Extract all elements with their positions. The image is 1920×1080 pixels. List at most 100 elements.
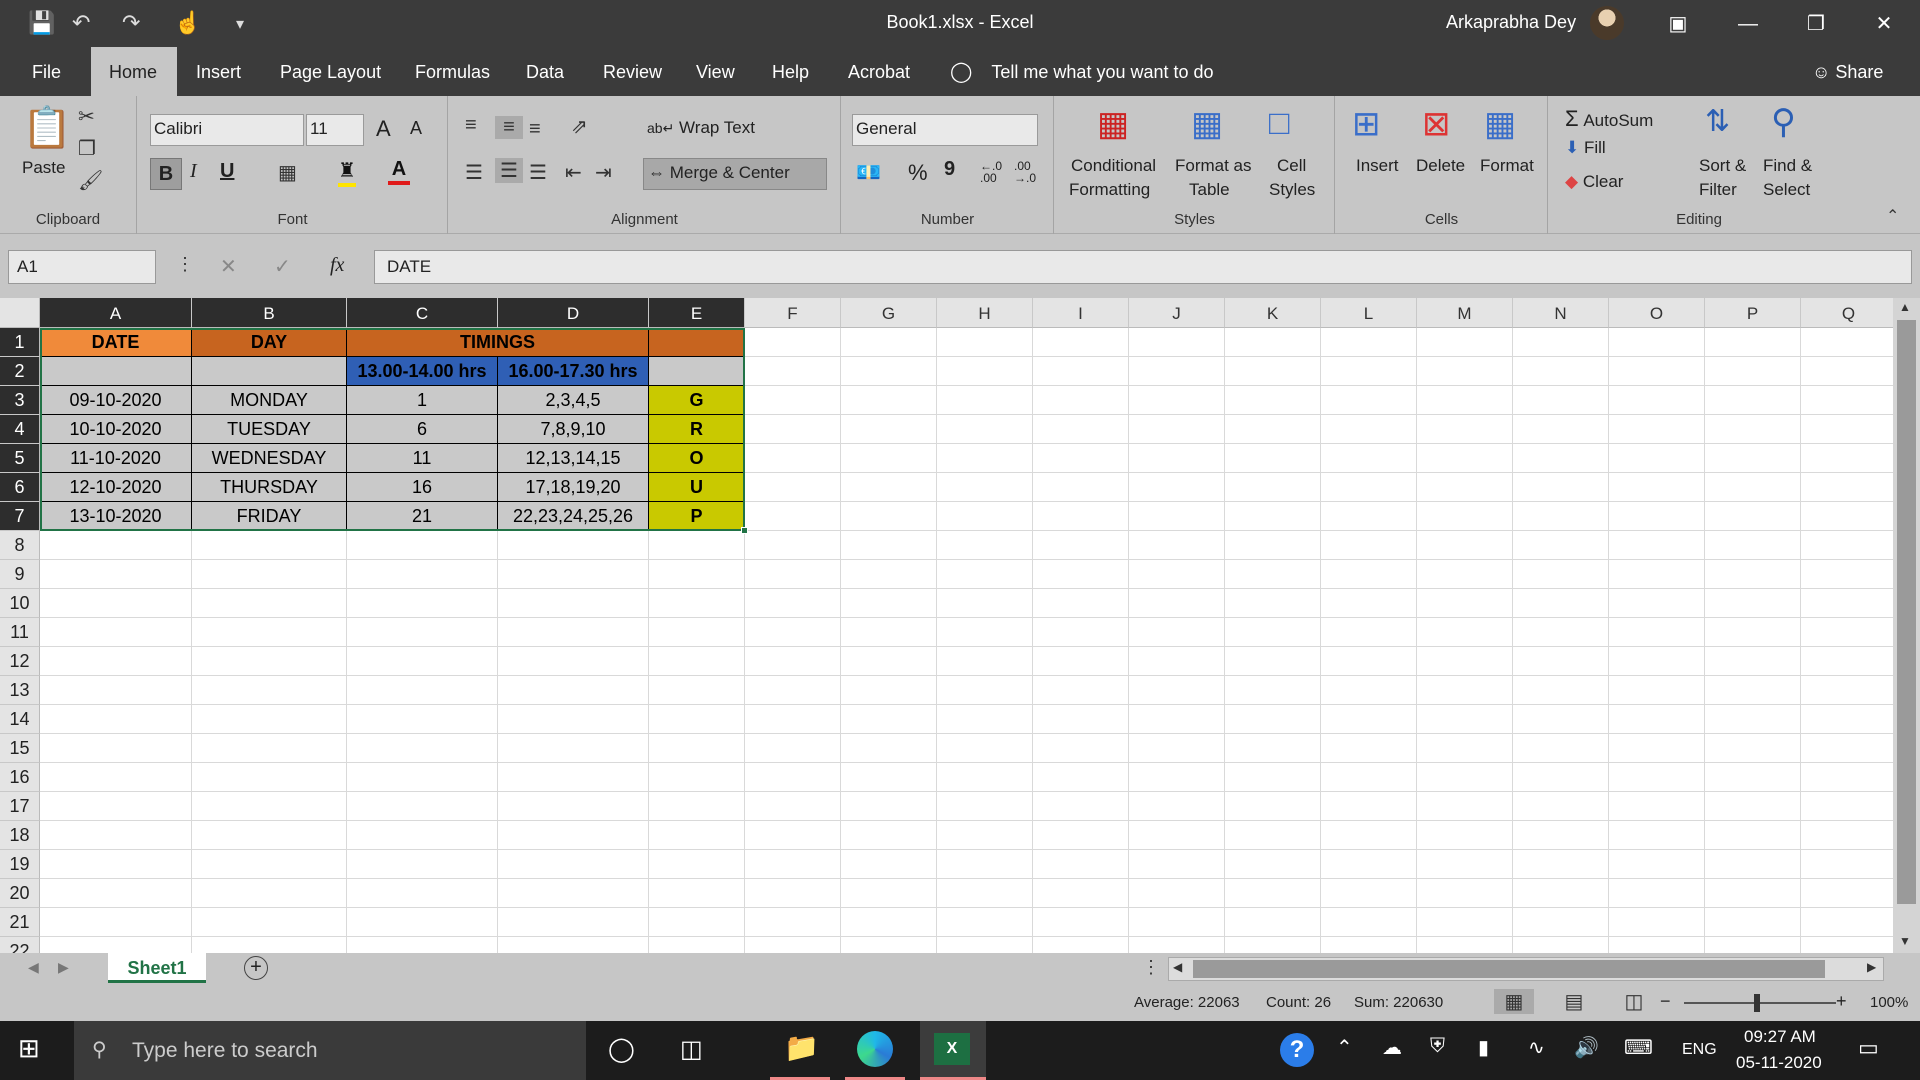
conditional-formatting-line1[interactable]: Conditional — [1071, 156, 1156, 176]
cell-q12[interactable] — [1801, 647, 1893, 676]
cell-d10[interactable] — [498, 589, 649, 618]
cell-d14[interactable] — [498, 705, 649, 734]
cell-q1[interactable] — [1801, 328, 1893, 357]
horizontal-scrollbar[interactable]: ◀ ▶ — [1168, 957, 1884, 981]
cell-h17[interactable] — [937, 792, 1033, 821]
cell-o13[interactable] — [1609, 676, 1705, 705]
cell-j19[interactable] — [1129, 850, 1225, 879]
cell-c9[interactable] — [347, 560, 498, 589]
cell-c16[interactable] — [347, 763, 498, 792]
cell-n2[interactable] — [1513, 357, 1609, 386]
confirm-entry-icon[interactable]: ✓ — [274, 254, 291, 279]
cell-h8[interactable] — [937, 531, 1033, 560]
cell-e16[interactable] — [649, 763, 745, 792]
row-header-17[interactable]: 17 — [0, 792, 40, 821]
cell-i11[interactable] — [1033, 618, 1129, 647]
cell-l19[interactable] — [1321, 850, 1417, 879]
cell-g1[interactable] — [841, 328, 937, 357]
more-options-icon[interactable]: ⋮ — [176, 254, 194, 275]
cell-d11[interactable] — [498, 618, 649, 647]
cell-c11[interactable] — [347, 618, 498, 647]
scroll-left-icon[interactable]: ◀ — [1173, 960, 1182, 974]
cell-q17[interactable] — [1801, 792, 1893, 821]
row-header-19[interactable]: 19 — [0, 850, 40, 879]
tab-review[interactable]: Review — [585, 47, 680, 96]
cell-i10[interactable] — [1033, 589, 1129, 618]
cell-g22[interactable] — [841, 937, 937, 953]
cell-m19[interactable] — [1417, 850, 1513, 879]
cell-h18[interactable] — [937, 821, 1033, 850]
cell-d15[interactable] — [498, 734, 649, 763]
column-header-j[interactable]: J — [1129, 298, 1225, 328]
cell-a7[interactable]: 13-10-2020 — [40, 502, 192, 531]
row-header-22[interactable]: 22 — [0, 937, 40, 953]
cell-f1[interactable] — [745, 328, 841, 357]
tab-acrobat[interactable]: Acrobat — [830, 47, 928, 96]
cell-l12[interactable] — [1321, 647, 1417, 676]
cell-e6[interactable]: U — [649, 473, 745, 502]
cell-b11[interactable] — [192, 618, 347, 647]
cell-j9[interactable] — [1129, 560, 1225, 589]
cell-g7[interactable] — [841, 502, 937, 531]
cell-g11[interactable] — [841, 618, 937, 647]
keyboard-icon[interactable]: ⌨ — [1624, 1035, 1653, 1060]
cell-e9[interactable] — [649, 560, 745, 589]
cell-o4[interactable] — [1609, 415, 1705, 444]
cell-l16[interactable] — [1321, 763, 1417, 792]
cell-h1[interactable] — [937, 328, 1033, 357]
cell-c6[interactable]: 16 — [347, 473, 498, 502]
column-header-i[interactable]: I — [1033, 298, 1129, 328]
cell-k18[interactable] — [1225, 821, 1321, 850]
cell-a20[interactable] — [40, 879, 192, 908]
cell-h6[interactable] — [937, 473, 1033, 502]
cell-f4[interactable] — [745, 415, 841, 444]
cell-k13[interactable] — [1225, 676, 1321, 705]
cell-p11[interactable] — [1705, 618, 1801, 647]
cell-o21[interactable] — [1609, 908, 1705, 937]
cell-p19[interactable] — [1705, 850, 1801, 879]
show-hidden-icons-icon[interactable]: ⌃ — [1336, 1035, 1353, 1060]
cell-c5[interactable]: 11 — [347, 444, 498, 473]
cell-i4[interactable] — [1033, 415, 1129, 444]
cell-q11[interactable] — [1801, 618, 1893, 647]
column-header-h[interactable]: H — [937, 298, 1033, 328]
cell-d6[interactable]: 17,18,19,20 — [498, 473, 649, 502]
onedrive-icon[interactable]: ☁ — [1382, 1035, 1402, 1060]
cell-k22[interactable] — [1225, 937, 1321, 953]
scroll-up-icon[interactable]: ▲ — [1899, 300, 1911, 314]
cell-o16[interactable] — [1609, 763, 1705, 792]
percent-button[interactable]: % — [908, 160, 928, 186]
cell-n11[interactable] — [1513, 618, 1609, 647]
underline-button[interactable]: U — [220, 160, 234, 183]
cell-o22[interactable] — [1609, 937, 1705, 953]
cell-f12[interactable] — [745, 647, 841, 676]
cell-i18[interactable] — [1033, 821, 1129, 850]
cell-i16[interactable] — [1033, 763, 1129, 792]
cell-l6[interactable] — [1321, 473, 1417, 502]
cell-l3[interactable] — [1321, 386, 1417, 415]
cell-j1[interactable] — [1129, 328, 1225, 357]
cell-k6[interactable] — [1225, 473, 1321, 502]
font-color-icon[interactable]: A — [388, 158, 410, 185]
cell-k14[interactable] — [1225, 705, 1321, 734]
cell-m10[interactable] — [1417, 589, 1513, 618]
find-select-line2[interactable]: Select — [1763, 180, 1810, 200]
cell-b1[interactable]: DAY — [192, 328, 347, 357]
taskbar-search[interactable]: ⚲ Type here to search — [74, 1021, 586, 1080]
row-header-4[interactable]: 4 — [0, 415, 40, 444]
sheet-tab-sheet1[interactable]: Sheet1 — [108, 953, 206, 983]
cell-h19[interactable] — [937, 850, 1033, 879]
cell-p13[interactable] — [1705, 676, 1801, 705]
cell-q16[interactable] — [1801, 763, 1893, 792]
cell-p20[interactable] — [1705, 879, 1801, 908]
find-select-icon[interactable]: ⚲ — [1771, 102, 1796, 142]
h-scroll-thumb[interactable] — [1193, 960, 1825, 978]
restore-icon[interactable]: ❐ — [1788, 4, 1844, 44]
fill-handle[interactable] — [741, 527, 748, 534]
column-header-g[interactable]: G — [841, 298, 937, 328]
cell-j20[interactable] — [1129, 879, 1225, 908]
cell-i17[interactable] — [1033, 792, 1129, 821]
column-header-n[interactable]: N — [1513, 298, 1609, 328]
cell-c17[interactable] — [347, 792, 498, 821]
cell-m8[interactable] — [1417, 531, 1513, 560]
